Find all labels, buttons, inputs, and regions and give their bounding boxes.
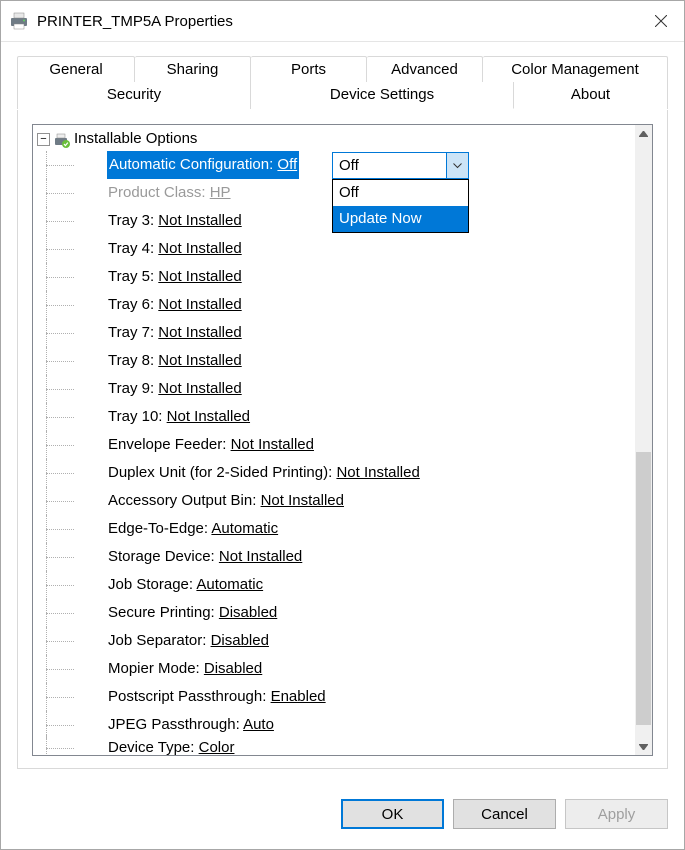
tree-item-label: Envelope Feeder:	[108, 436, 231, 453]
tree-item-label: Tray 9:	[108, 380, 158, 397]
tree-item[interactable]: Tray 10: Not Installed	[37, 403, 635, 431]
tree-item[interactable]: Storage Device: Not Installed	[37, 543, 635, 571]
tree-item[interactable]: Tray 9: Not Installed	[37, 375, 635, 403]
tree-item-value: Not Installed	[158, 296, 241, 313]
tree-item[interactable]: Duplex Unit (for 2-Sided Printing): Not …	[37, 459, 635, 487]
tree-item-value: Disabled	[211, 632, 269, 649]
tree-root-installable-options[interactable]: − Installable Options	[37, 127, 635, 151]
scrollbar-thumb[interactable]	[636, 452, 651, 725]
tree-item[interactable]: Tray 8: Not Installed	[37, 347, 635, 375]
tab-advanced[interactable]: Advanced	[367, 56, 483, 83]
window-title: PRINTER_TMP5A Properties	[37, 13, 638, 30]
tree-item-value: HP	[210, 184, 231, 201]
cancel-button[interactable]: Cancel	[453, 799, 556, 829]
tree-item[interactable]: Job Separator: Disabled	[37, 627, 635, 655]
tree-item-value: Auto	[243, 716, 274, 733]
dialog-buttons: OK Cancel Apply	[1, 783, 684, 849]
tree-item[interactable]: Tray 4: Not Installed	[37, 235, 635, 263]
tree-item-value: Disabled	[219, 604, 277, 621]
tree-item[interactable]: Envelope Feeder: Not Installed	[37, 431, 635, 459]
tree-item-label: Secure Printing:	[108, 604, 219, 621]
tree-item[interactable]: Mopier Mode: Disabled	[37, 655, 635, 683]
device-settings-tree: − Installable Options Automatic Configur…	[32, 124, 653, 756]
tree-item[interactable]: Tray 7: Not Installed	[37, 319, 635, 347]
tree-item[interactable]: Accessory Output Bin: Not Installed	[37, 487, 635, 515]
dropdown-option[interactable]: Off	[333, 180, 468, 206]
tree-item-label: Product Class:	[108, 184, 210, 201]
printer-options-icon	[54, 131, 70, 147]
tree-item-label: Tray 7:	[108, 324, 158, 341]
tree-item-value: Not Installed	[158, 380, 241, 397]
tree-item-value: Not Installed	[158, 352, 241, 369]
close-button[interactable]	[638, 2, 684, 40]
tree-item-value: Not Installed	[167, 408, 250, 425]
dropdown-option[interactable]: Update Now	[333, 206, 468, 232]
tree-item[interactable]: Tray 5: Not Installed	[37, 263, 635, 291]
tree-item[interactable]: Job Storage: Automatic	[37, 571, 635, 599]
tree-root-label: Installable Options	[74, 125, 197, 153]
tree-item-value: Automatic	[211, 520, 278, 537]
tree-item-label: Automatic Configuration:	[109, 156, 277, 173]
tab-color-management[interactable]: Color Management	[483, 56, 668, 83]
tree-item-label: Device Type:	[108, 739, 199, 756]
tree-item-label: Tray 3:	[108, 212, 158, 229]
tree-item-label: Job Storage:	[108, 576, 196, 593]
vertical-scrollbar[interactable]	[635, 125, 652, 755]
tab-security[interactable]: Security	[17, 82, 251, 109]
tree-item-value: Off	[277, 156, 297, 173]
tab-device-settings[interactable]: Device Settings	[251, 82, 514, 109]
scroll-down-button[interactable]	[635, 738, 652, 755]
properties-dialog: PRINTER_TMP5A Properties GeneralSharingP…	[0, 0, 685, 850]
tree-item-label: Job Separator:	[108, 632, 211, 649]
tree-item-label: Postscript Passthrough:	[108, 688, 271, 705]
tab-panel-device-settings: − Installable Options Automatic Configur…	[17, 110, 668, 769]
automatic-configuration-dropdown[interactable]: Off OffUpdate Now	[332, 152, 469, 233]
tab-strip: GeneralSharingPortsAdvancedColor Managem…	[17, 56, 668, 110]
tree-item-label: Tray 8:	[108, 352, 158, 369]
titlebar: PRINTER_TMP5A Properties	[1, 1, 684, 42]
tree-item-label: Tray 6:	[108, 296, 158, 313]
tree-item-value: Enabled	[271, 688, 326, 705]
tree-item-label: Duplex Unit (for 2-Sided Printing):	[108, 464, 336, 481]
tree-item-value: Not Installed	[231, 436, 314, 453]
tree-item-value: Not Installed	[261, 492, 344, 509]
dropdown-value: Off	[333, 157, 446, 174]
tree-item-value: Not Installed	[158, 324, 241, 341]
tree-item-label: JPEG Passthrough:	[108, 716, 243, 733]
tree-item-value: Not Installed	[158, 268, 241, 285]
tree-item[interactable]: Postscript Passthrough: Enabled	[37, 683, 635, 711]
printer-icon	[9, 12, 29, 30]
tree-item-label: Edge-To-Edge:	[108, 520, 211, 537]
tree-item-label: Tray 10:	[108, 408, 167, 425]
chevron-down-icon[interactable]	[446, 153, 468, 178]
tree-item-value: Not Installed	[219, 548, 302, 565]
tab-about[interactable]: About	[514, 82, 668, 109]
tree-item-value: Not Installed	[158, 240, 241, 257]
tab-ports[interactable]: Ports	[251, 56, 367, 83]
tree-item-value: Not Installed	[158, 212, 241, 229]
tree-item-value: Automatic	[196, 576, 263, 593]
tab-sharing[interactable]: Sharing	[135, 56, 251, 83]
tree-item[interactable]: Edge-To-Edge: Automatic	[37, 515, 635, 543]
dropdown-list: OffUpdate Now	[332, 179, 469, 233]
ok-button[interactable]: OK	[341, 799, 444, 829]
tab-general[interactable]: General	[17, 56, 135, 83]
tree-item-value: Not Installed	[336, 464, 419, 481]
tree-item-label: Mopier Mode:	[108, 660, 204, 677]
apply-button[interactable]: Apply	[565, 799, 668, 829]
tree-item[interactable]: Tray 6: Not Installed	[37, 291, 635, 319]
tree-item[interactable]: Device Type: Color	[37, 739, 635, 756]
tree-item-label: Tray 4:	[108, 240, 158, 257]
scroll-up-button[interactable]	[635, 125, 652, 142]
tree-item-value: Disabled	[204, 660, 262, 677]
tree-item-label: Storage Device:	[108, 548, 219, 565]
collapse-icon[interactable]: −	[37, 133, 50, 146]
tree-item[interactable]: Secure Printing: Disabled	[37, 599, 635, 627]
tree-item-label: Tray 5:	[108, 268, 158, 285]
tree-item-value: Color	[199, 739, 235, 756]
tree-item-label: Accessory Output Bin:	[108, 492, 261, 509]
